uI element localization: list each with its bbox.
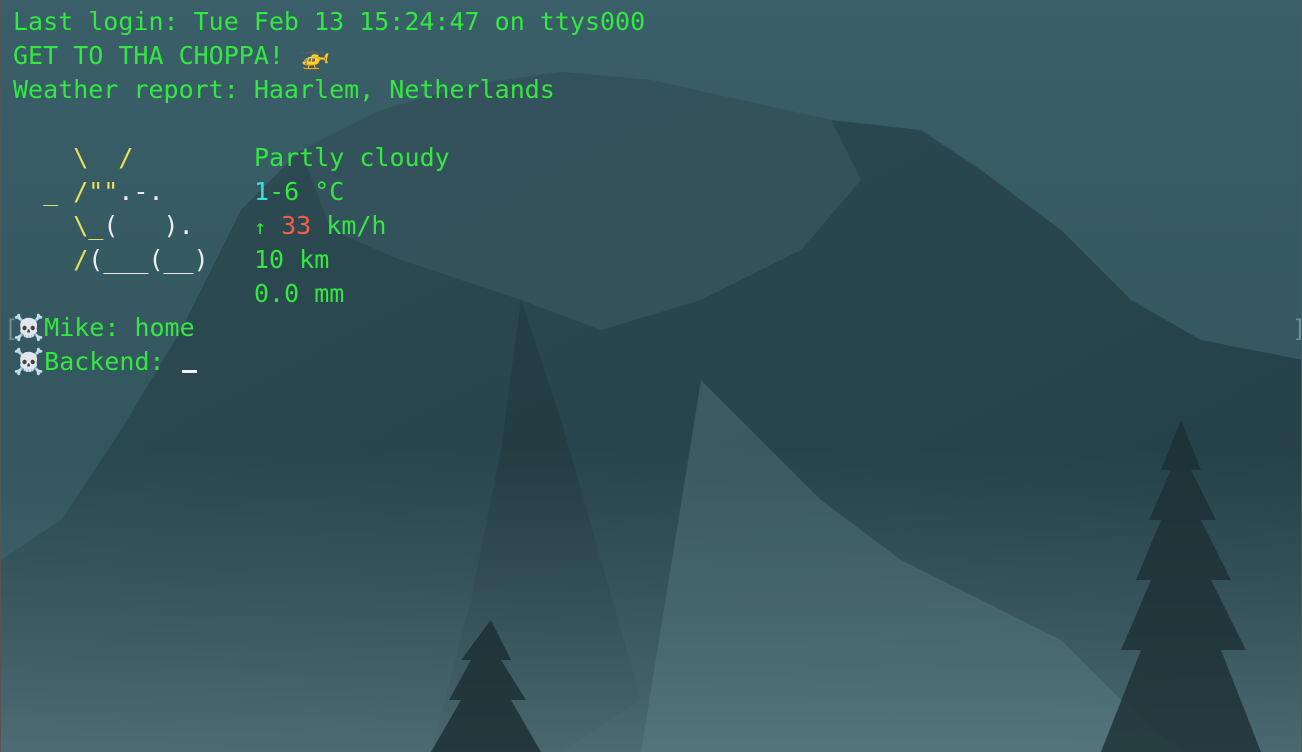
selection-bracket-right: ] <box>1292 312 1301 346</box>
wind-speed: 33 <box>281 211 312 240</box>
weather-art-line-2: _ /"".-. <box>13 175 164 209</box>
sun-rays: \_ <box>13 211 104 240</box>
skull-crossbones-icon: ☠️ <box>13 347 45 376</box>
cloud-top: .-. <box>118 177 164 206</box>
weather-temperature: 1-6 °C <box>254 175 344 209</box>
weather-art-line-3: \_( ). <box>13 209 194 243</box>
weather-art-line-1: \ / <box>13 143 134 172</box>
prompt-line-backend[interactable]: ☠️Backend: <box>13 345 197 379</box>
cloud-bottom: (___(__) <box>88 245 209 274</box>
sun-rays: / <box>13 245 89 274</box>
last-login-line: Last login: Tue Feb 13 15:24:47 on ttys0… <box>13 7 646 36</box>
weather-header: Weather report: Haarlem, Netherlands <box>13 75 555 104</box>
wind-direction-icon: ↑ <box>254 215 267 239</box>
helicopter-icon: 🚁 <box>299 41 331 70</box>
terminal-window[interactable]: Last login: Tue Feb 13 15:24:47 on ttys0… <box>0 0 1302 752</box>
choppa-line: GET TO THA CHOPPA! 🚁 <box>13 39 330 73</box>
weather-art-line-4: /(___(__) <box>13 243 209 277</box>
weather-precipitation: 0.0 mm <box>254 279 345 308</box>
prompt-line-mike: ☠️Mike: home <box>13 311 195 345</box>
text-cursor[interactable] <box>181 370 197 373</box>
choppa-text: GET TO THA CHOPPA! <box>13 41 284 70</box>
cloud-middle: ( ). <box>103 211 194 240</box>
wind-unit: km/h <box>311 211 387 240</box>
temp-low: 1 <box>254 177 270 206</box>
weather-visibility: 10 km <box>254 245 330 274</box>
temp-range: -6 °C <box>269 177 345 206</box>
skull-crossbones-icon: ☠️ <box>13 313 45 342</box>
weather-wind: ↑ 33 km/h <box>254 209 386 243</box>
weather-condition: Partly cloudy <box>254 143 450 172</box>
prompt-mike-text: Mike: home <box>44 313 195 342</box>
sun-rays: _ /"" <box>13 177 119 206</box>
prompt-backend-text: Backend: <box>44 347 180 376</box>
